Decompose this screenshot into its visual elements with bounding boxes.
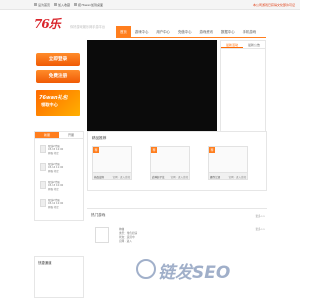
gift-title: 76wan礼包: [39, 95, 68, 101]
recommend-badge: 荐: [209, 147, 215, 153]
register-button[interactable]: 免费注册: [36, 70, 80, 83]
enter-game-link[interactable]: 官网 · 进入游戏: [171, 175, 188, 179]
tab-open-server[interactable]: 开服: [59, 132, 83, 138]
watermark-logo-icon: [136, 259, 156, 279]
desktop-icon: [74, 3, 77, 7]
set-homepage-link[interactable]: 设为首页: [34, 3, 50, 7]
license-notice: 本公司游戏已获得文化部许可证: [252, 3, 295, 7]
server-thumbnail: [40, 163, 46, 171]
home-icon: [34, 3, 37, 7]
gift-center-banner[interactable]: 76wan礼包 领取中心: [36, 90, 80, 116]
server-tabs: 新服 开服: [35, 132, 83, 139]
server-thumbnail: [40, 145, 46, 153]
enter-game-link[interactable]: 官网 · 进入游戏: [229, 175, 246, 179]
slogan: 你好游戏娱乐网手游平台: [70, 25, 106, 29]
recommend-title: 精品推荐: [92, 136, 107, 140]
hot-game-thumbnail[interactable]: [95, 227, 109, 243]
login-sidebar: 立即登录 免费注册 76wan礼包 领取中心: [34, 40, 84, 130]
tab-new-server[interactable]: 新服: [35, 132, 59, 138]
game-name: 武神赵子龙: [152, 176, 165, 179]
hot-games-title: 热门游戏: [91, 213, 106, 217]
hot-games-more-link[interactable]: 更多>>: [255, 214, 265, 218]
list-item[interactable]: 双线2代服 03-15 12:00 开服 待定: [40, 144, 80, 158]
enter-game-link[interactable]: 官网 · 进入游戏: [113, 175, 130, 179]
card-footer: 武神赵子龙 官网 · 进入游戏: [151, 172, 189, 179]
top-utility-bar: 设为首页 加入收藏 把76wan加到桌面 本公司游戏已获得文化部许可证: [0, 0, 300, 10]
server-status: 开服 待定: [48, 188, 59, 191]
banner-video[interactable]: [87, 40, 217, 132]
site-logo[interactable]: 76乐: [34, 14, 68, 36]
game-name: 傲剑江湖: [210, 176, 221, 179]
quick-channel-title: 快捷通道: [38, 261, 52, 265]
star-icon: [54, 3, 57, 7]
list-item[interactable]: 双线2代服 03-14 11:00 开服 待定: [40, 162, 80, 176]
tab-latest-events[interactable]: 最新活动: [221, 41, 243, 48]
list-item[interactable]: 双线2代服 03-12 12:00 开服 待定: [40, 198, 80, 212]
watermark-text: 链发SEO: [158, 263, 231, 283]
quick-channel-box: 快捷通道: [34, 256, 84, 298]
logo-text: 76乐: [34, 17, 61, 31]
news-panel: 最新活动 最新公告: [220, 40, 266, 132]
game-card[interactable]: 荐 武神赵子龙 官网 · 进入游戏: [150, 146, 190, 180]
gift-subtitle: 领取中心: [41, 102, 58, 107]
card-footer: 傲剑江湖 官网 · 进入游戏: [209, 172, 247, 179]
watermark: 链发SEO: [130, 255, 290, 295]
add-favorite-link[interactable]: 加入收藏: [54, 3, 70, 7]
add-desktop-link[interactable]: 把76wan加到桌面: [74, 3, 103, 7]
nav-underline: [116, 37, 266, 38]
hot-game-more-link[interactable]: 更多>>: [255, 227, 265, 231]
game-card[interactable]: 荐 热血战场 官网 · 进入游戏: [92, 146, 132, 180]
server-thumbnail: [40, 181, 46, 189]
hot-game-links[interactable]: 官网 · 进入: [119, 239, 132, 243]
game-card[interactable]: 荐 傲剑江湖 官网 · 进入游戏: [208, 146, 248, 180]
news-tabs: 最新活动 最新公告: [221, 41, 265, 49]
game-name: 热血战场: [94, 176, 105, 179]
tab-latest-notices[interactable]: 最新公告: [243, 41, 265, 48]
login-button[interactable]: 立即登录: [36, 53, 80, 66]
server-thumbnail: [40, 199, 46, 207]
server-status: 开服 待定: [48, 152, 59, 155]
server-status: 开服 待定: [48, 206, 59, 209]
recommend-section: 精品推荐 荐 热血战场 官网 · 进入游戏 荐 武神赵子龙 官网 · 进入游戏 …: [87, 131, 267, 191]
recommend-badge: 荐: [151, 147, 157, 153]
recommend-badge: 荐: [93, 147, 99, 153]
hot-games-section: 热门游戏 更多>> 神曲 类型：角色扮演 状态：运营中 官网 · 进入 更多>>: [87, 208, 267, 258]
server-list-box: 新服 开服 双线2代服 03-15 12:00 开服 待定 双线2代服 03-1…: [34, 131, 84, 221]
list-item[interactable]: 双线2代服 03-13 10:00 开服 待定: [40, 180, 80, 194]
card-footer: 热血战场 官网 · 进入游戏: [93, 172, 131, 179]
server-status: 开服 待定: [48, 170, 59, 173]
